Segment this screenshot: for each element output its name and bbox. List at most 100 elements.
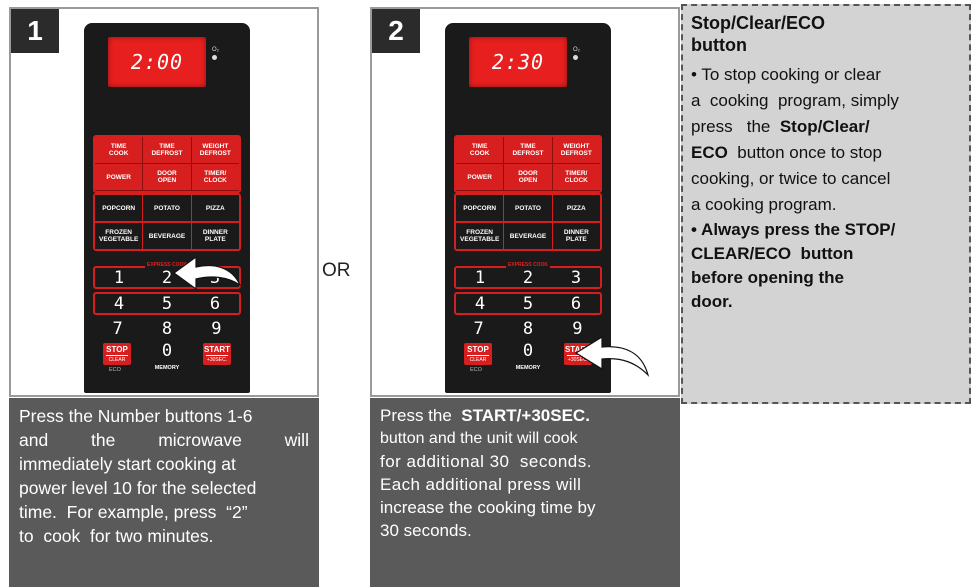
number-5-button[interactable]: 5	[504, 294, 552, 314]
caption-line: Press the START/+30SEC.	[380, 404, 670, 427]
pizza-button[interactable]: PIZZA	[191, 195, 239, 221]
step-1-caption: Press the Number buttons 1-6 and the mic…	[9, 398, 319, 587]
number-7-button[interactable]: 7	[454, 318, 503, 340]
function-buttons-dark: POPCORN POTATO PIZZA FROZEN VEGETABLE BE…	[93, 193, 241, 251]
function-buttons-red: TIME COOK TIME DEFROST WEIGHT DEFROST PO…	[93, 135, 241, 193]
info-paragraph-2: • Always press the STOP/ CLEAR/ECO butto…	[691, 218, 963, 314]
caption-line: 30 seconds.	[380, 521, 472, 540]
info-paragraph-1: • To stop cooking or clear a cooking pro…	[691, 62, 963, 218]
potato-button[interactable]: POTATO	[504, 195, 553, 221]
function-buttons-red: TIME COOK TIME DEFROST WEIGHT DEFROST PO…	[454, 135, 602, 193]
number-6-button[interactable]: 6	[552, 294, 600, 314]
start-button[interactable]: START +30SEC.	[203, 343, 231, 365]
info-line: press the Stop/Clear/	[691, 114, 963, 140]
number-0-button[interactable]: 0	[516, 341, 540, 361]
dinner-plate-button[interactable]: DINNER PLATE	[191, 223, 239, 249]
frozen-vegetable-button[interactable]: FROZEN VEGETABLE	[456, 223, 505, 249]
indicator-dot-icon	[212, 55, 217, 60]
number-3-button[interactable]: 3	[552, 268, 600, 288]
popcorn-button[interactable]: POPCORN	[456, 195, 505, 221]
info-bold-text: Stop/Clear/	[779, 117, 870, 136]
stop-clear-eco-info-box: Stop/Clear/ECO button • To stop cooking …	[681, 4, 971, 404]
caption-line: and the microwave will	[19, 428, 309, 452]
number-8-button[interactable]: 8	[503, 318, 552, 340]
popcorn-button[interactable]: POPCORN	[95, 195, 144, 221]
display-screen: 2:30	[469, 37, 567, 87]
step-number: 2	[372, 9, 420, 53]
number-5-button[interactable]: 5	[143, 294, 191, 314]
timer-clock-button[interactable]: TIMER/ CLOCK	[552, 164, 600, 191]
info-line: cooking, or twice to cancel	[691, 169, 891, 188]
number-8-button[interactable]: 8	[142, 318, 191, 340]
info-line: before opening the	[691, 268, 844, 287]
indicator-dot-icon	[573, 55, 578, 60]
number-9-button[interactable]: 9	[192, 318, 241, 340]
caption-word: microwave	[158, 430, 242, 450]
beverage-button[interactable]: BEVERAGE	[504, 223, 553, 249]
bottom-controls: STOP CLEAR ECO 0 MEMORY START +30SEC.	[93, 341, 241, 377]
stop-label: STOP	[467, 345, 489, 354]
arrow-left-icon	[574, 335, 650, 378]
caption-line: for additional 30 seconds.	[380, 452, 592, 471]
function-buttons-dark: POPCORN POTATO PIZZA FROZEN VEGETABLE BE…	[454, 193, 602, 251]
caption-line: increase the cooking time by	[380, 498, 596, 517]
power-button[interactable]: POWER	[95, 164, 144, 191]
info-title-line: button	[691, 35, 747, 55]
step-number: 1	[11, 9, 59, 53]
beverage-button[interactable]: BEVERAGE	[143, 223, 192, 249]
info-line: door.	[691, 292, 733, 311]
door-open-button[interactable]: DOOR OPEN	[504, 164, 553, 191]
number-2-button[interactable]: 2	[504, 268, 552, 288]
display-time: 2:30	[491, 50, 545, 74]
display-time: 2:00	[130, 50, 184, 74]
dinner-plate-button[interactable]: DINNER PLATE	[552, 223, 600, 249]
info-bold-text: ECO	[691, 143, 728, 162]
clear-label: CLEAR	[467, 355, 489, 365]
power-button[interactable]: POWER	[456, 164, 505, 191]
door-open-button[interactable]: DOOR OPEN	[143, 164, 192, 191]
or-label: OR	[322, 260, 351, 281]
caption-word: the	[91, 430, 116, 450]
potato-button[interactable]: POTATO	[143, 195, 192, 221]
step-2-caption: Press the START/+30SEC. button and the u…	[370, 398, 680, 587]
memory-label: MEMORY	[154, 365, 180, 371]
caption-lead: Press the	[380, 406, 457, 425]
memory-label: MEMORY	[515, 365, 541, 371]
o2-indicator-label: O₂	[573, 47, 580, 53]
number-1-button[interactable]: 1	[456, 268, 504, 288]
express-cook-label: EXPRESS COOK	[505, 262, 551, 268]
stop-clear-button[interactable]: STOP CLEAR	[464, 343, 492, 365]
number-4-button[interactable]: 4	[456, 294, 504, 314]
time-cook-button[interactable]: TIME COOK	[456, 137, 505, 164]
info-line: • To stop cooking or clear	[691, 65, 881, 84]
number-1-button[interactable]: 1	[95, 268, 143, 288]
number-4-button[interactable]: 4	[95, 294, 143, 314]
eco-label: ECO	[470, 367, 482, 373]
number-7-button[interactable]: 7	[93, 318, 142, 340]
caption-line: Each additional press will	[380, 475, 582, 494]
caption-word: and	[19, 430, 49, 450]
time-defrost-button[interactable]: TIME DEFROST	[504, 137, 553, 164]
time-cook-button[interactable]: TIME COOK	[95, 137, 144, 164]
info-line: a cooking program, simply	[691, 91, 899, 110]
stop-clear-button[interactable]: STOP CLEAR	[103, 343, 131, 365]
caption-line: power level 10 for the selected	[19, 478, 257, 498]
weight-defrost-button[interactable]: WEIGHT DEFROST	[552, 137, 600, 164]
caption-word: will	[284, 430, 309, 450]
info-line: ECO button once to stop	[691, 140, 963, 166]
number-6-button[interactable]: 6	[191, 294, 239, 314]
pizza-button[interactable]: PIZZA	[552, 195, 600, 221]
weight-defrost-button[interactable]: WEIGHT DEFROST	[191, 137, 239, 164]
frozen-vegetable-button[interactable]: FROZEN VEGETABLE	[95, 223, 144, 249]
timer-clock-button[interactable]: TIMER/ CLOCK	[191, 164, 239, 191]
caption-line: time. For example, press “2”	[19, 502, 248, 522]
caption-line: immediately start cooking at	[19, 454, 236, 474]
start-label: START	[203, 345, 231, 354]
number-0-button[interactable]: 0	[155, 341, 179, 361]
display-screen: 2:00	[108, 37, 206, 87]
indicator: O₂	[573, 47, 580, 60]
info-title-line: Stop/Clear/ECO	[691, 13, 826, 33]
time-defrost-button[interactable]: TIME DEFROST	[143, 137, 192, 164]
step-1-illustration: 1 2:00 O₂ TIME COOK TIME DEFROST WEIGHT …	[9, 7, 319, 397]
eco-label: ECO	[109, 367, 121, 373]
